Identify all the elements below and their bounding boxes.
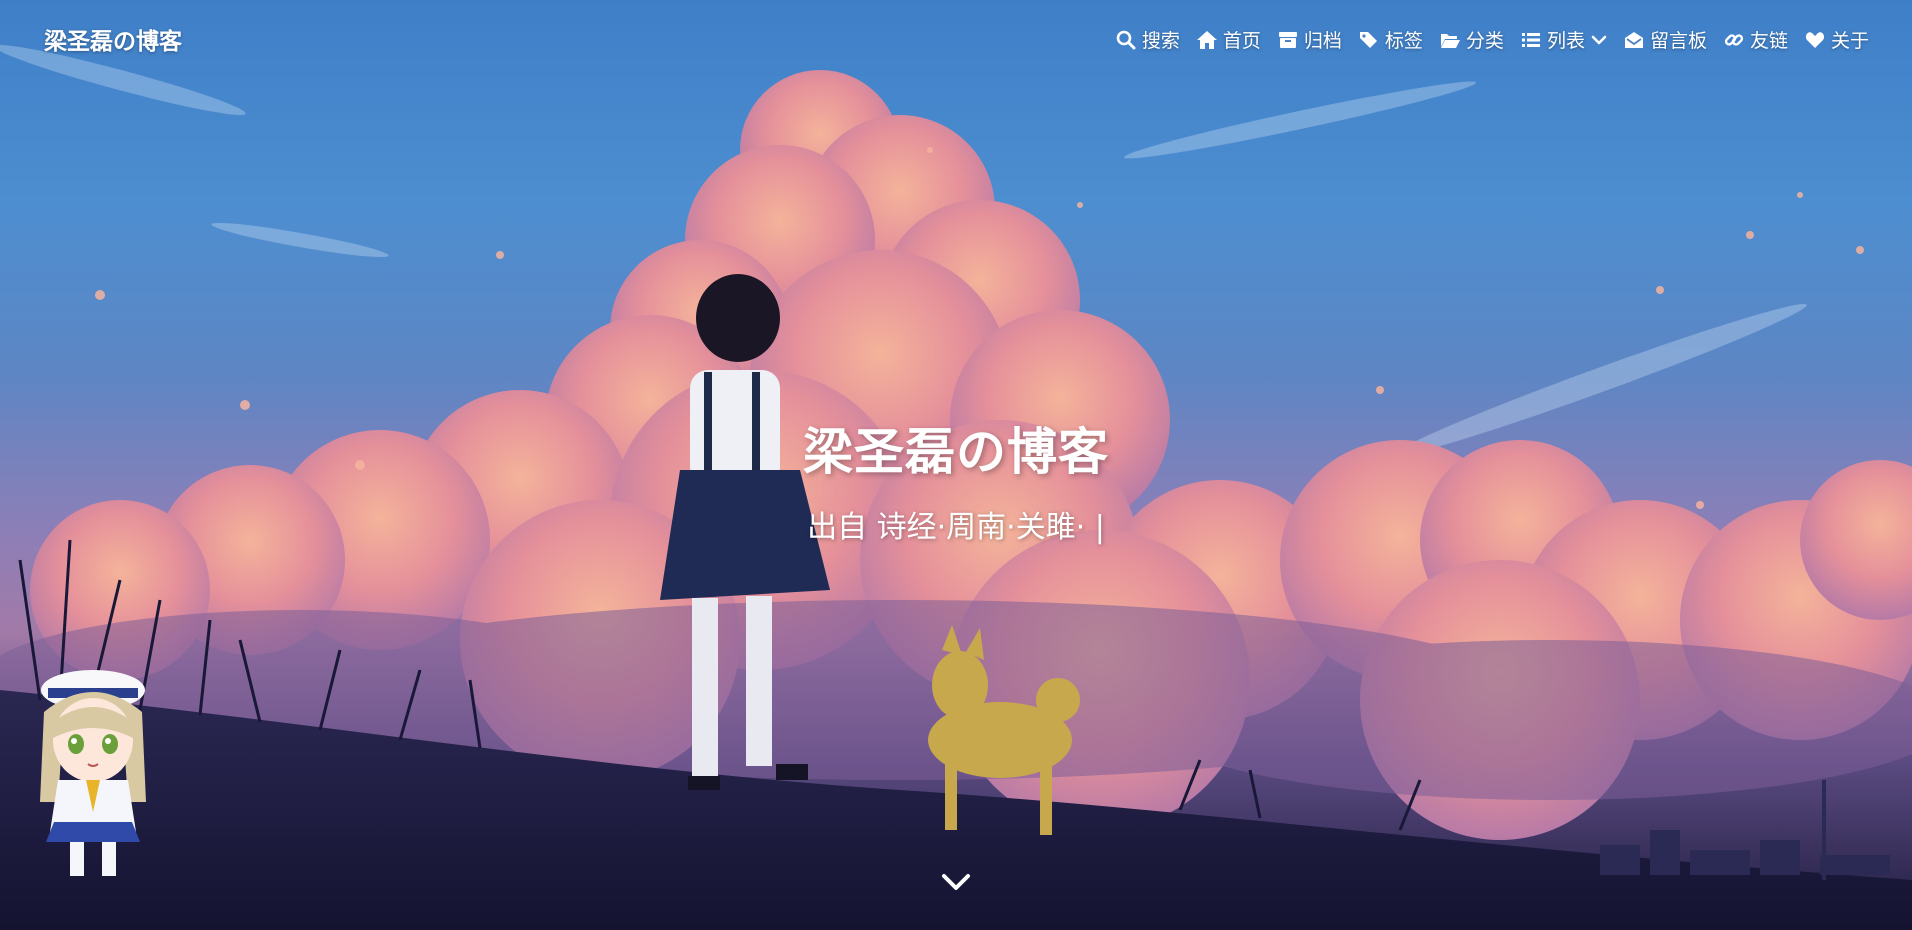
nav-item-list[interactable]: 列表 [1521,26,1607,53]
nav-item-label: 搜索 [1141,30,1180,52]
heart-icon [1805,30,1825,50]
mascot-character[interactable] [28,652,158,884]
tags-icon [1359,30,1379,50]
nav-item-label: 首页 [1222,30,1261,52]
envelope-open-icon [1624,30,1644,50]
nav-item-archive[interactable]: 归档 [1278,26,1342,53]
nav-item-label: 留言板 [1649,30,1707,52]
scroll-down-button[interactable] [940,868,972,896]
nav-item-search[interactable]: 搜索 [1116,26,1180,53]
list-icon [1521,30,1541,50]
nav-menu: 搜索 首页 归档 标签 分类 列表 留言板 友链 关于 [1116,26,1869,53]
chevron-down-icon [942,874,970,890]
nav-item-label: 标签 [1384,30,1423,52]
folder-open-icon [1440,30,1460,50]
site-subtitle: 出自 诗经·周南·关雎· | [0,502,1912,546]
home-icon [1196,30,1217,50]
link-icon [1724,30,1744,50]
nav-item-label: 归档 [1303,30,1342,52]
nav-item-tags[interactable]: 标签 [1359,26,1423,53]
archive-icon [1278,30,1298,50]
hero-banner: 梁圣磊の博客 搜索 首页 归档 标签 分类 列表 留言板 友链 关于 梁圣磊の博… [0,0,1912,930]
chevron-down-icon [1591,32,1607,48]
nav-item-home[interactable]: 首页 [1196,26,1261,53]
nav-item-about[interactable]: 关于 [1805,26,1869,53]
nav-item-label: 列表 [1546,30,1585,52]
nav-item-label: 分类 [1465,30,1504,52]
nav-item-guestbook[interactable]: 留言板 [1624,26,1707,53]
subtitle-text: 出自 诗经·周南·关雎· [807,510,1086,545]
nav-item-friends[interactable]: 友链 [1724,26,1788,53]
nav-item-label: 友链 [1749,30,1788,52]
typing-cursor: | [1094,510,1105,545]
top-navigation: 梁圣磊の博客 搜索 首页 归档 标签 分类 列表 留言板 友链 关于 [0,0,1912,80]
site-name-link[interactable]: 梁圣磊の博客 [44,22,182,56]
site-info: 梁圣磊の博客 出自 诗经·周南·关雎· | [0,412,1912,546]
page-title: 梁圣磊の博客 [803,423,1109,481]
search-icon [1116,30,1136,50]
nav-item-label: 关于 [1830,30,1869,52]
nav-item-categories[interactable]: 分类 [1440,26,1504,53]
